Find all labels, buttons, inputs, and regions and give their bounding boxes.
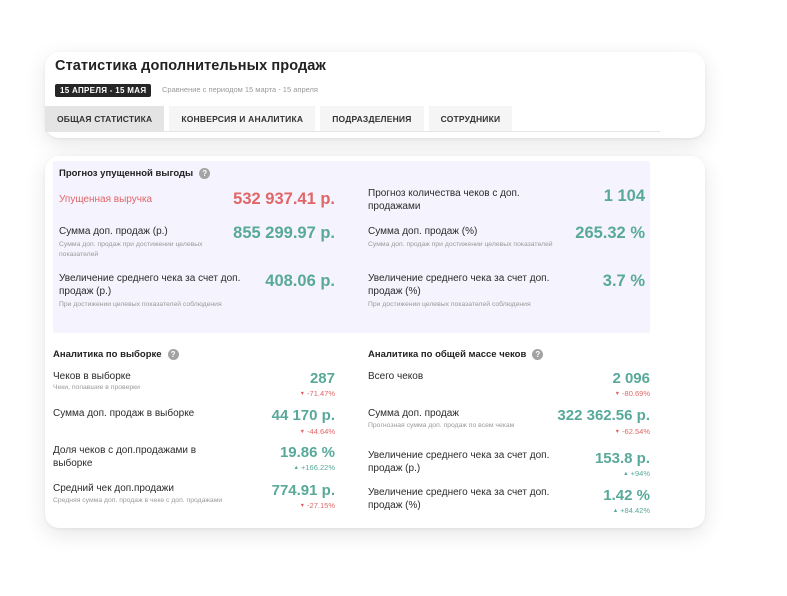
avg-increase-rub-label: Увеличение среднего чека за счет доп. пр… [59,273,241,297]
total-receipts-value: 2 096 [612,370,650,387]
total-addon-sum-change: ▼ -62.54% [615,427,650,436]
avg-increase-rub-value: 408.06 р. [265,272,335,290]
sample-avg-check-change: ▼ -27.15% [300,501,335,510]
sample-share-label: Доля чеков с доп.продажами в выборке [53,445,197,469]
sample-addon-sum-change-text: -44.64% [307,427,335,436]
receipts-forecast: Прогноз количества чеков с доп. продажам… [368,187,558,213]
period-badge[interactable]: 15 АПРЕЛЯ - 15 МАЯ [55,84,152,97]
total-addon-sum-label: Сумма доп. продаж [368,408,459,419]
total-receipts-change: ▼ -80.69% [615,389,650,398]
sample-addon-sum-value: 44 170 р. [271,407,335,424]
addon-pct-sub: Сумма доп. продаж при достижении целевых… [368,241,553,248]
tab-employees[interactable]: СОТРУДНИКИ [428,106,513,132]
lost-revenue-label: Упущенная выручка [59,194,153,205]
total-addon-sum-value: 322 362.56 р. [557,407,650,424]
tab-general-stats[interactable]: ОБЩАЯ СТАТИСТИКА [45,106,165,132]
lost-revenue-value: 532 937.41 р. [233,190,335,208]
receipts-forecast-value: 1 104 [603,187,645,205]
sample-receipts: Чеков в выборке Чеки, попавшие в проверк… [53,370,223,393]
comparison-period: Сравнение с периодом 15 марта - 15 апрел… [162,85,318,94]
avg-increase-rub: Увеличение среднего чека за счет доп. пр… [59,272,249,310]
addon-pct-label: Сумма доп. продаж (%) [368,226,478,237]
sample-receipts-value: 287 [309,370,335,387]
sample-share-value: 19.86 % [279,444,335,461]
avg-increase-pct-sub: При достижении целевых показателей соблю… [368,301,531,308]
addon-sum-value: 855 299.97 р. [233,224,335,242]
total-addon-sum: Сумма доп. продаж Прогнозная сумма доп. … [368,407,538,431]
total-avg-increase-pct-value: 1.42 % [603,487,650,504]
total-avg-increase-pct-change: ▲ +84.42% [613,506,650,515]
sample-avg-check-value: 774.91 р. [271,482,335,499]
total-title-text: Аналитика по общей массе чеков [368,349,527,360]
sample-share-change: ▲ +166.22% [294,463,335,472]
page-title: Статистика дополнительных продаж [55,58,326,74]
sample-title-text: Аналитика по выборке [53,349,162,360]
avg-increase-pct-value: 3.7 % [602,272,645,290]
total-addon-sum-sub: Прогнозная сумма доп. продаж по всем чек… [368,422,515,429]
arrow-down-icon: ▼ [299,503,306,509]
avg-increase-rub-sub: При достижении целевых показателей соблю… [59,301,222,308]
sample-addon-sum-label: Сумма доп. продаж в выборке [53,408,195,419]
total-title: Аналитика по общей массе чеков ? [368,349,544,360]
total-addon-sum-change-text: -62.54% [622,427,650,436]
receipts-forecast-label: Прогноз количества чеков с доп. продажам… [368,188,520,212]
main-card: Прогноз упущенной выгоды ? Упущенная выр… [45,156,705,528]
total-avg-increase-pct-label: Увеличение среднего чека за счет доп. пр… [368,487,550,511]
sample-title: Аналитика по выборке ? [53,349,179,360]
help-icon[interactable]: ? [199,168,211,179]
total-avg-increase-rub-value: 153.8 р. [594,450,650,467]
total-avg-increase-rub-label: Увеличение среднего чека за счет доп. пр… [368,450,550,474]
sample-avg-check-label: Средний чек доп.продажи [53,483,174,494]
sample-avg-check: Средний чек доп.продажи Средняя сумма до… [53,482,228,506]
tabs-divider [45,131,660,132]
total-avg-increase-rub-change: ▲ +94% [623,469,650,478]
arrow-down-icon: ▼ [614,391,621,397]
sample-receipts-change: ▼ -71.47% [300,389,335,398]
avg-increase-pct: Увеличение среднего чека за счет доп. пр… [368,272,578,310]
arrow-up-icon: ▲ [293,465,299,471]
addon-sum: Сумма доп. продаж (р.) Сумма доп. продаж… [59,225,224,259]
help-icon[interactable]: ? [167,349,179,360]
sample-receipts-change-text: -71.47% [307,389,335,398]
forecast-title: Прогноз упущенной выгоды ? [59,168,211,179]
tab-conversion-analytics[interactable]: КОНВЕРСИЯ И АНАЛИТИКА [169,106,316,132]
arrow-up-icon: ▲ [612,508,619,514]
sample-share: Доля чеков с доп.продажами в выборке [53,444,233,470]
help-icon[interactable]: ? [532,349,544,360]
addon-sum-label: Сумма доп. продаж (р.) [59,226,168,237]
arrow-down-icon: ▼ [299,429,306,435]
tabs-bar: ОБЩАЯ СТАТИСТИКА КОНВЕРСИЯ И АНАЛИТИКА П… [45,106,517,132]
addon-sum-sub: Сумма доп. продаж при достижении целевых… [59,241,203,258]
total-avg-increase-rub: Увеличение среднего чека за счет доп. пр… [368,449,578,475]
header-card: Статистика дополнительных продаж 15 АПРЕ… [45,52,705,138]
sample-avg-check-sub: Средняя сумма доп. продаж в чеке с доп. … [53,497,223,504]
arrow-up-icon: ▲ [623,471,629,477]
addon-pct-value: 265.32 % [575,224,645,242]
sample-avg-check-change-text: -27.15% [307,501,335,510]
addon-pct: Сумма доп. продаж (%) Сумма доп. продаж … [368,225,558,250]
total-receipts-label: Всего чеков [368,371,424,382]
forecast-title-text: Прогноз упущенной выгоды [59,168,194,179]
avg-increase-pct-label: Увеличение среднего чека за счет доп. пр… [368,273,550,297]
total-receipts-change-text: -80.69% [622,389,650,398]
sample-addon-sum-change: ▼ -44.64% [300,427,335,436]
tab-departments[interactable]: ПОДРАЗДЕЛЕНИЯ [320,106,424,132]
sample-receipts-sub: Чеки, попавшие в проверки [53,384,140,391]
arrow-down-icon: ▼ [299,391,306,397]
sample-share-change-text: +166.22% [301,463,335,472]
total-avg-increase-pct: Увеличение среднего чека за счет доп. пр… [368,486,578,512]
total-receipts: Всего чеков [368,370,538,383]
total-avg-increase-rub-change-text: +94% [630,469,650,478]
arrow-down-icon: ▼ [614,429,621,435]
lost-revenue: Упущенная выручка [59,193,229,206]
sample-addon-sum: Сумма доп. продаж в выборке [53,407,243,420]
sample-receipts-label: Чеков в выборке [53,371,131,382]
total-avg-increase-pct-change-text: +84.42% [620,506,650,515]
